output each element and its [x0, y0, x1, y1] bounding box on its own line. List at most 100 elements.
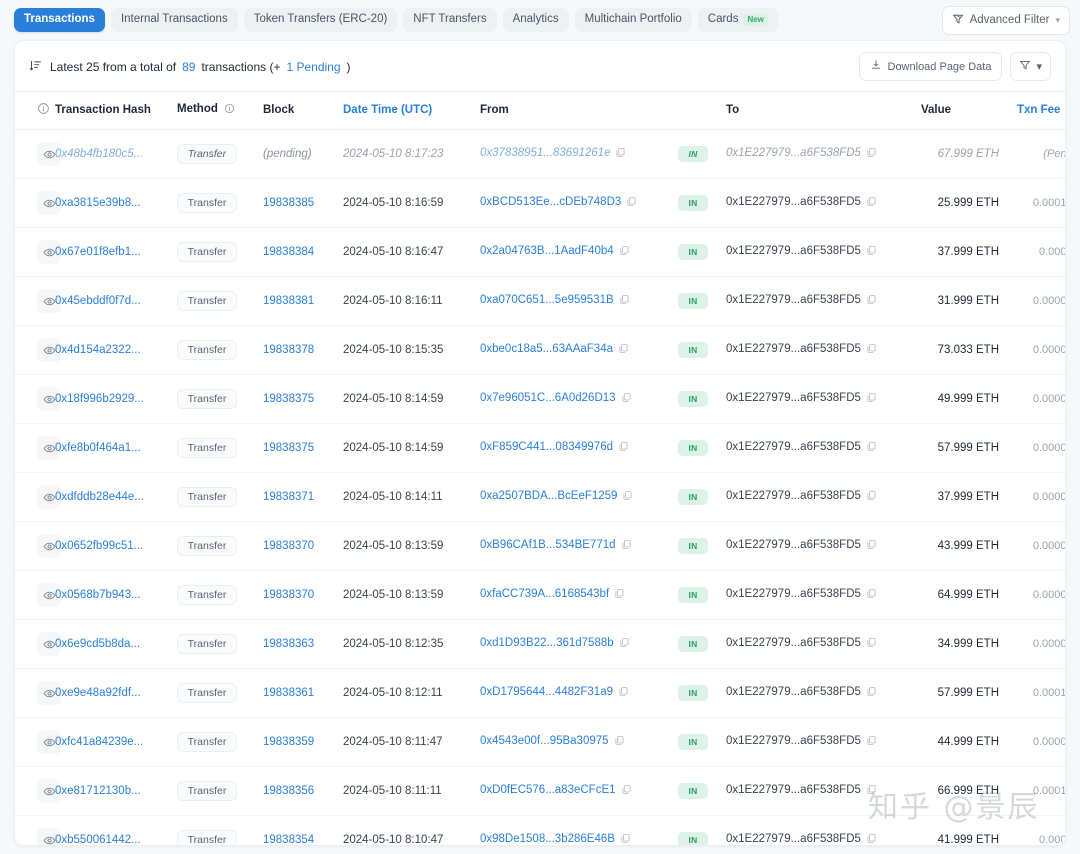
transaction-hash-link[interactable]: 0x0568b7b943... [55, 589, 141, 601]
from-address-link[interactable]: 0xB96CAf1B...534BE771d [480, 539, 616, 551]
block-link[interactable]: 19838359 [263, 736, 314, 748]
from-address-link[interactable]: 0x4543e00f...95Ba30975 [480, 735, 609, 747]
transaction-hash-link[interactable]: 0xa3815e39b8... [55, 197, 141, 209]
transaction-hash-link[interactable]: 0x6e9cd5b8da... [55, 638, 140, 650]
transaction-hash-link[interactable]: 0x0652fb99c51... [55, 540, 143, 552]
col-method[interactable]: Method [177, 92, 263, 130]
transaction-hash-link[interactable]: 0xfc41a84239e... [55, 736, 143, 748]
from-address-link[interactable]: 0xa070C651...5e959531B [480, 294, 614, 306]
copy-icon[interactable] [866, 196, 877, 210]
from-address-link[interactable]: 0xbe0c18a5...63AAaF34a [480, 343, 613, 355]
col-from[interactable]: From [480, 92, 678, 130]
tab-internal-transactions[interactable]: Internal Transactions [110, 8, 238, 32]
block-link[interactable]: 19838375 [263, 442, 314, 454]
tab-cards[interactable]: Cards New [697, 8, 778, 32]
copy-icon[interactable] [622, 490, 633, 504]
transaction-hash-link[interactable]: 0xe9e48a92fdf... [55, 687, 141, 699]
copy-icon[interactable] [866, 294, 877, 308]
block-link[interactable]: 19838363 [263, 638, 314, 650]
from-address-link[interactable]: 0xBCD513Ee...cDEb748D3 [480, 196, 621, 208]
transaction-hash-link[interactable]: 0xe81712130b... [55, 785, 141, 797]
col-to[interactable]: To [726, 92, 921, 130]
transaction-hash-link[interactable]: 0xb550061442... [55, 834, 141, 845]
tab-nft-transfers[interactable]: NFT Transfers [403, 8, 497, 32]
block-link[interactable]: 19838370 [263, 540, 314, 552]
method-badge[interactable]: Transfer [177, 241, 237, 263]
tab-multichain-portfolio[interactable]: Multichain Portfolio [574, 8, 692, 32]
block-link[interactable]: 19838354 [263, 834, 314, 845]
transaction-hash-link[interactable]: 0xfe8b0f464a1... [55, 442, 141, 454]
from-address-link[interactable]: 0xd1D93B22...361d7588b [480, 637, 614, 649]
copy-icon[interactable] [614, 588, 625, 602]
method-badge[interactable]: Transfer [177, 290, 237, 312]
method-badge[interactable]: Transfer [177, 192, 237, 214]
copy-icon[interactable] [620, 833, 631, 845]
copy-icon[interactable] [866, 833, 877, 845]
method-badge[interactable]: Transfer [177, 143, 237, 165]
block-link[interactable]: 19838356 [263, 785, 314, 797]
block-link[interactable]: 19838378 [263, 344, 314, 356]
col-value[interactable]: Value [921, 92, 1017, 130]
from-address-link[interactable]: 0xF859C441...08349976d [480, 441, 613, 453]
advanced-filter-button[interactable]: Advanced Filter ▾ [941, 5, 1070, 35]
transaction-hash-link[interactable]: 0x4d154a2322... [55, 344, 141, 356]
info-icon[interactable] [37, 103, 50, 118]
from-address-link[interactable]: 0xD0fEC576...a83eCFcE1 [480, 784, 616, 796]
copy-icon[interactable] [866, 735, 877, 749]
copy-icon[interactable] [866, 686, 877, 700]
from-address-link[interactable]: 0x2a04763B...1AadF40b4 [480, 245, 614, 257]
method-badge[interactable]: Transfer [177, 780, 237, 802]
method-badge[interactable]: Transfer [177, 535, 237, 557]
from-address-link[interactable]: 0x37838951...83691261e [480, 147, 610, 159]
copy-icon[interactable] [618, 343, 629, 357]
table-filter-button[interactable]: ▾ [1010, 52, 1051, 81]
block-link[interactable]: 19838385 [263, 197, 314, 209]
copy-icon[interactable] [866, 343, 877, 357]
copy-icon[interactable] [866, 784, 877, 798]
copy-icon[interactable] [866, 588, 877, 602]
copy-icon[interactable] [619, 245, 630, 259]
method-badge[interactable]: Transfer [177, 633, 237, 655]
copy-icon[interactable] [866, 490, 877, 504]
method-badge[interactable]: Transfer [177, 388, 237, 410]
block-link[interactable]: 19838371 [263, 491, 314, 503]
from-address-link[interactable]: 0x98De1508...3b286E46B [480, 833, 615, 845]
copy-icon[interactable] [619, 637, 630, 651]
col-block[interactable]: Block [263, 92, 343, 130]
from-address-link[interactable]: 0xa2507BDA...BcEeF1259 [480, 490, 617, 502]
transaction-hash-link[interactable]: 0x48b4fb180c5... [55, 148, 143, 160]
method-badge[interactable]: Transfer [177, 486, 237, 508]
from-address-link[interactable]: 0xD1795644...4482F31a9 [480, 686, 613, 698]
block-link[interactable]: 19838384 [263, 246, 314, 258]
pending-link[interactable]: 1 Pending [286, 60, 340, 74]
copy-icon[interactable] [619, 294, 630, 308]
copy-icon[interactable] [626, 196, 637, 210]
transaction-hash-link[interactable]: 0x67e01f8efb1... [55, 246, 141, 258]
tab-token-transfers[interactable]: Token Transfers (ERC-20) [243, 8, 398, 32]
col-transaction-hash[interactable]: Transaction Hash [55, 92, 177, 130]
copy-icon[interactable] [866, 245, 877, 259]
block-link[interactable]: 19838375 [263, 393, 314, 405]
copy-icon[interactable] [866, 147, 877, 161]
info-icon[interactable] [224, 103, 235, 117]
transaction-hash-link[interactable]: 0x45ebddf0f7d... [55, 295, 141, 307]
sort-icon[interactable] [29, 59, 42, 75]
from-address-link[interactable]: 0x7e96051C...6A0d26D13 [480, 392, 616, 404]
block-link[interactable]: 19838361 [263, 687, 314, 699]
block-link[interactable]: 19838381 [263, 295, 314, 307]
transaction-hash-link[interactable]: 0xdfddb28e44e... [55, 491, 144, 503]
block-link[interactable]: 19838370 [263, 589, 314, 601]
copy-icon[interactable] [621, 392, 632, 406]
method-badge[interactable]: Transfer [177, 731, 237, 753]
tab-transactions[interactable]: Transactions [14, 8, 105, 32]
col-date-time[interactable]: Date Time (UTC) [343, 92, 480, 130]
method-badge[interactable]: Transfer [177, 437, 237, 459]
method-badge[interactable]: Transfer [177, 339, 237, 361]
method-badge[interactable]: Transfer [177, 584, 237, 606]
copy-icon[interactable] [866, 539, 877, 553]
copy-icon[interactable] [618, 441, 629, 455]
download-page-data-button[interactable]: Download Page Data [858, 52, 1003, 81]
copy-icon[interactable] [621, 539, 632, 553]
method-badge[interactable]: Transfer [177, 829, 237, 845]
copy-icon[interactable] [615, 147, 626, 161]
